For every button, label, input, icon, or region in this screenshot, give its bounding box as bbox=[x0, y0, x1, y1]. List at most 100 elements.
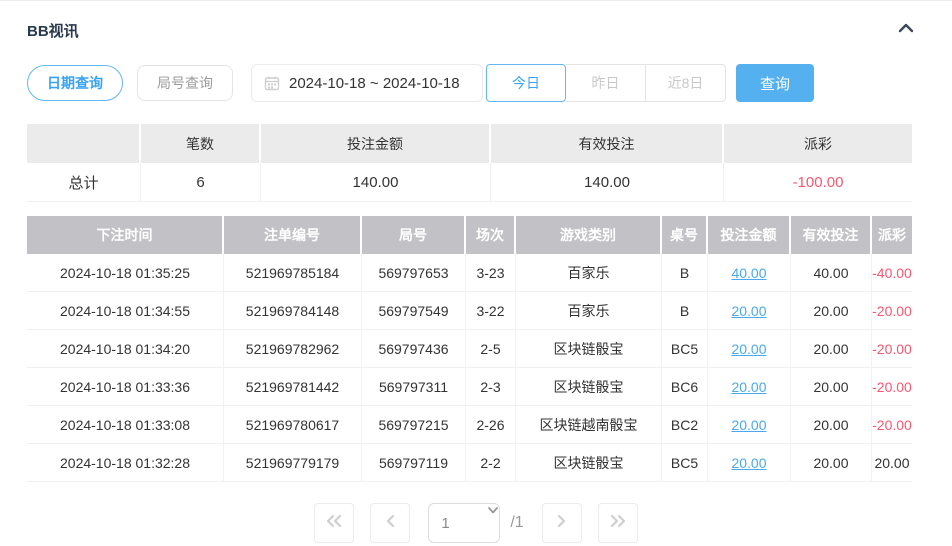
cell-game-type: 百家乐 bbox=[516, 254, 662, 292]
table-row: 2024-10-18 01:33:36521969781442569797311… bbox=[27, 368, 912, 406]
calendar-icon bbox=[264, 75, 280, 91]
cell-game-type: 区块链骰宝 bbox=[516, 444, 662, 482]
cell-bet-time: 2024-10-18 01:35:25 bbox=[27, 254, 224, 292]
header-bet-amount: 投注金额 bbox=[708, 216, 791, 254]
cell-payout: -40.00 bbox=[872, 254, 912, 292]
double-chevron-right-icon bbox=[609, 514, 627, 533]
summary-header-cell-1: 笔数 bbox=[141, 124, 261, 163]
bet-amount-link[interactable]: 20.00 bbox=[731, 341, 766, 357]
table-body: 2024-10-18 01:35:25521969785184569797653… bbox=[27, 254, 912, 482]
summary-table: 笔数投注金额有效投注派彩 总计6140.00140.00-100.00 bbox=[27, 124, 912, 202]
cell-session: 2-26 bbox=[466, 406, 516, 444]
last-page-button[interactable] bbox=[598, 503, 638, 543]
cell-bet-time: 2024-10-18 01:32:28 bbox=[27, 444, 224, 482]
date-range-value: 2024-10-18 ~ 2024-10-18 bbox=[289, 75, 460, 92]
table-row: 2024-10-18 01:34:55521969784148569797549… bbox=[27, 292, 912, 330]
cell-bet-amount: 20.00 bbox=[708, 292, 791, 330]
quick-range-button-2[interactable]: 近8日 bbox=[646, 64, 726, 102]
cell-round-no: 569797311 bbox=[362, 368, 466, 406]
summary-total-row: 总计6140.00140.00-100.00 bbox=[27, 163, 912, 202]
cell-table-no: BC6 bbox=[662, 368, 708, 406]
cell-order-no: 521969782962 bbox=[224, 330, 362, 368]
cell-valid-bet: 20.00 bbox=[791, 330, 872, 368]
cell-order-no: 521969785184 bbox=[224, 254, 362, 292]
cell-payout: -20.00 bbox=[872, 292, 912, 330]
cell-valid-bet: 20.00 bbox=[791, 292, 872, 330]
cell-bet-amount: 20.00 bbox=[708, 330, 791, 368]
summary-header-cell-0 bbox=[27, 124, 141, 163]
cell-payout: -20.00 bbox=[872, 368, 912, 406]
cell-session: 2-2 bbox=[466, 444, 516, 482]
pagination: 1 /1 bbox=[0, 503, 952, 543]
chevron-left-icon bbox=[384, 514, 396, 533]
first-page-button[interactable] bbox=[314, 503, 354, 543]
cell-valid-bet: 20.00 bbox=[791, 444, 872, 482]
cell-bet-time: 2024-10-18 01:33:08 bbox=[27, 406, 224, 444]
cell-valid-bet: 20.00 bbox=[791, 368, 872, 406]
page-title: BB视讯 bbox=[27, 20, 79, 41]
cell-order-no: 521969779179 bbox=[224, 444, 362, 482]
next-page-button[interactable] bbox=[542, 503, 582, 543]
page-total-label: /1 bbox=[510, 514, 523, 532]
cell-session: 2-3 bbox=[466, 368, 516, 406]
quick-range-group: 今日昨日近8日 bbox=[486, 64, 726, 102]
summary-value-2: 140.00 bbox=[261, 163, 491, 202]
date-query-tab[interactable]: 日期查询 bbox=[27, 65, 123, 101]
cell-round-no: 569797436 bbox=[362, 330, 466, 368]
header-table-no: 桌号 bbox=[662, 216, 708, 254]
cell-valid-bet: 40.00 bbox=[791, 254, 872, 292]
cell-game-type: 区块链越南骰宝 bbox=[516, 406, 662, 444]
bet-amount-link[interactable]: 20.00 bbox=[731, 455, 766, 471]
cell-table-no: BC2 bbox=[662, 406, 708, 444]
quick-range-button-1[interactable]: 昨日 bbox=[566, 64, 646, 102]
double-chevron-left-icon bbox=[325, 514, 343, 533]
cell-session: 3-23 bbox=[466, 254, 516, 292]
header-game-type: 游戏类别 bbox=[516, 216, 662, 254]
cell-game-type: 区块链骰宝 bbox=[516, 330, 662, 368]
summary-header-row: 笔数投注金额有效投注派彩 bbox=[27, 124, 912, 163]
chevron-right-icon bbox=[556, 514, 568, 533]
cell-order-no: 521969784148 bbox=[224, 292, 362, 330]
cell-round-no: 569797119 bbox=[362, 444, 466, 482]
table-header-row: 下注时间注单编号局号场次游戏类别桌号投注金额有效投注派彩 bbox=[27, 216, 912, 254]
header-order-no: 注单编号 bbox=[224, 216, 362, 254]
page-select-wrap: 1 bbox=[428, 503, 500, 543]
header-round-no: 局号 bbox=[362, 216, 466, 254]
page-select[interactable]: 1 bbox=[428, 503, 500, 543]
cell-bet-time: 2024-10-18 01:34:20 bbox=[27, 330, 224, 368]
bet-amount-link[interactable]: 20.00 bbox=[731, 417, 766, 433]
quick-range-button-0[interactable]: 今日 bbox=[486, 64, 566, 102]
cell-payout: 20.00 bbox=[872, 444, 912, 482]
date-range-input[interactable]: 2024-10-18 ~ 2024-10-18 bbox=[251, 64, 483, 102]
header-bet-time: 下注时间 bbox=[27, 216, 224, 254]
search-button[interactable]: 查询 bbox=[736, 64, 814, 102]
bet-records-table: 下注时间注单编号局号场次游戏类别桌号投注金额有效投注派彩 2024-10-18 … bbox=[27, 216, 912, 482]
chevron-up-icon bbox=[896, 21, 916, 40]
cell-game-type: 区块链骰宝 bbox=[516, 368, 662, 406]
cell-session: 3-22 bbox=[466, 292, 516, 330]
prev-page-button[interactable] bbox=[370, 503, 410, 543]
cell-game-type: 百家乐 bbox=[516, 292, 662, 330]
cell-bet-amount: 20.00 bbox=[708, 444, 791, 482]
filter-bar: 日期查询 局号查询 2024-10-18 ~ 2024-10-18 今日昨日近8… bbox=[27, 64, 952, 102]
header-session: 场次 bbox=[466, 216, 516, 254]
summary-value-1: 6 bbox=[141, 163, 261, 202]
table-row: 2024-10-18 01:32:28521969779179569797119… bbox=[27, 444, 912, 482]
cell-bet-time: 2024-10-18 01:33:36 bbox=[27, 368, 224, 406]
table-row: 2024-10-18 01:34:20521969782962569797436… bbox=[27, 330, 912, 368]
cell-bet-amount: 20.00 bbox=[708, 406, 791, 444]
cell-payout: -20.00 bbox=[872, 406, 912, 444]
table-row: 2024-10-18 01:35:25521969785184569797653… bbox=[27, 254, 912, 292]
bet-amount-link[interactable]: 20.00 bbox=[731, 303, 766, 319]
collapse-button[interactable] bbox=[896, 21, 916, 40]
bet-amount-link[interactable]: 20.00 bbox=[731, 379, 766, 395]
header-valid-bet: 有效投注 bbox=[791, 216, 872, 254]
header-payout: 派彩 bbox=[872, 216, 912, 254]
summary-value-3: 140.00 bbox=[491, 163, 724, 202]
bet-amount-link[interactable]: 40.00 bbox=[731, 265, 766, 281]
round-query-tab[interactable]: 局号查询 bbox=[137, 65, 233, 101]
summary-total-label: 总计 bbox=[27, 163, 141, 202]
panel-header: BB视讯 bbox=[0, 1, 952, 41]
cell-table-no: B bbox=[662, 254, 708, 292]
summary-header-cell-4: 派彩 bbox=[724, 124, 912, 163]
